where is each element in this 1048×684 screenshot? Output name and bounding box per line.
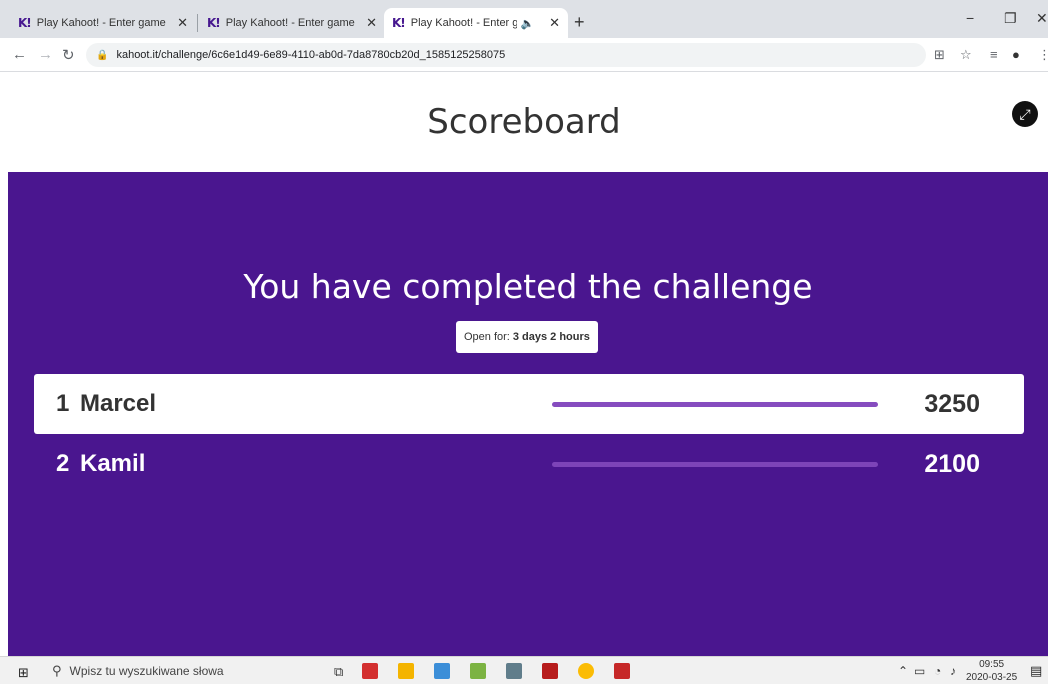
tab-title: Play Kahoot! - Enter game PIN he [36,17,169,29]
url-text: kahoot.it/challenge/6c6e1d49-6e89-4110-a… [116,49,506,61]
browser-tab-strip: K! Play Kahoot! - Enter game PIN he ✕ K!… [0,0,1048,38]
restore-window-icon[interactable]: ❐ [1004,10,1017,27]
kahoot-favicon-icon: K! [18,16,32,30]
score-bar-fill [552,401,878,407]
chrome-icon[interactable] [578,663,594,679]
player-score: 3250 [924,389,980,418]
page-title: Scoreboard [427,102,621,142]
browser-tab-1[interactable]: K! Play Kahoot! - Enter game PIN he ✕ [10,8,196,38]
lock-icon[interactable]: 🔒 [96,50,108,61]
clock-date: 2020-03-25 [966,672,1018,683]
search-icon: ⚲ [52,663,62,678]
fullscreen-toggle-icon[interactable]: ⤢ [1012,101,1038,127]
close-tab-icon[interactable]: ✕ [543,15,560,31]
tray-chevron-up-icon[interactable]: ⌃ [898,664,908,678]
page-header: Scoreboard ⤢ [0,72,1048,172]
tab-separator [197,14,198,32]
new-tab-button[interactable]: + [574,12,585,33]
profile-avatar-icon[interactable]: ● [1012,47,1020,62]
close-window-icon[interactable]: ✕ [1036,10,1048,27]
player-score: 2100 [924,449,980,478]
kahoot-favicon-icon: K! [392,16,406,30]
score-bar [552,401,878,407]
battery-icon[interactable]: ▭ [914,664,925,678]
app-t-icon[interactable] [614,663,630,679]
score-bar-fill [552,461,878,467]
file-explorer-icon[interactable] [398,663,414,679]
player-name: Marcel [80,390,157,417]
filezilla-icon[interactable] [542,663,558,679]
calculator-icon[interactable] [506,663,522,679]
back-icon[interactable]: ← [12,46,27,63]
browser-menu-icon[interactable]: ⋮ [1038,47,1048,63]
player-name: Kamil [80,450,146,477]
reload-icon[interactable]: ↻ [62,46,75,64]
kahoot-favicon-icon: K! [207,16,221,30]
open-for-value: 3 days 2 hours [512,331,590,343]
app-red-icon[interactable] [362,663,378,679]
notifications-icon[interactable]: ▤ [1030,663,1042,679]
browser-tab-2[interactable]: K! Play Kahoot! - Enter game PIN he ✕ [199,8,385,38]
bookmark-star-icon[interactable]: ☆ [960,47,972,63]
player-rank: 2 [56,450,70,477]
notepad-icon[interactable] [470,663,486,679]
system-clock[interactable]: 09:55 2020-03-25 [966,658,1017,684]
close-tab-icon[interactable]: ✕ [171,15,188,31]
close-tab-icon[interactable]: ✕ [360,15,377,31]
challenge-results-panel: You have completed the challenge Open fo… [8,172,1048,656]
task-view-icon[interactable]: ⧉ [334,664,343,680]
leaderboard-row-1: 1 Marcel 3250 [34,374,1024,434]
minimize-window-icon[interactable]: − [966,10,974,26]
leaderboard-row-2: 2 Kamil 2100 [34,434,1024,494]
player-rank: 1 [56,390,70,417]
clock-time: 09:55 [979,659,1005,670]
open-for-badge: Open for: 3 days 2 hours [456,321,598,353]
windows-taskbar: ⊞ ⚲ Wpisz tu wyszukiwane słowa ⧉ ⌃ ▭ ◔ ♪… [0,656,1048,684]
tab-title: Play Kahoot! - Enter game PIN he [225,17,358,29]
translate-icon[interactable]: ⊞ [934,47,945,63]
browser-tab-3-active[interactable]: K! Play Kahoot! - Enter game PI 🔈 ✕ [384,8,568,38]
score-bar [552,461,878,467]
app-blue-icon[interactable] [434,663,450,679]
network-icon[interactable]: ◔ [934,664,941,678]
taskbar-search-box[interactable]: ⚲ Wpisz tu wyszukiwane słowa [52,659,298,683]
reading-list-icon[interactable]: ≡ [990,47,998,62]
search-placeholder: Wpisz tu wyszukiwane słowa [69,664,224,678]
volume-icon[interactable]: ♪ [950,664,956,678]
open-for-label: Open for: [464,331,510,343]
browser-toolbar: ← → ↻ 🔒 kahoot.it/challenge/6c6e1d49-6e8… [0,38,1048,72]
tab-title: Play Kahoot! - Enter game PI [410,17,517,29]
address-bar[interactable]: 🔒 kahoot.it/challenge/6c6e1d49-6e89-4110… [86,43,926,67]
completion-headline: You have completed the challenge [243,267,813,306]
windows-start-icon[interactable]: ⊞ [18,665,29,681]
forward-icon[interactable]: → [38,46,53,63]
audio-playing-icon[interactable]: 🔈 [521,17,535,30]
